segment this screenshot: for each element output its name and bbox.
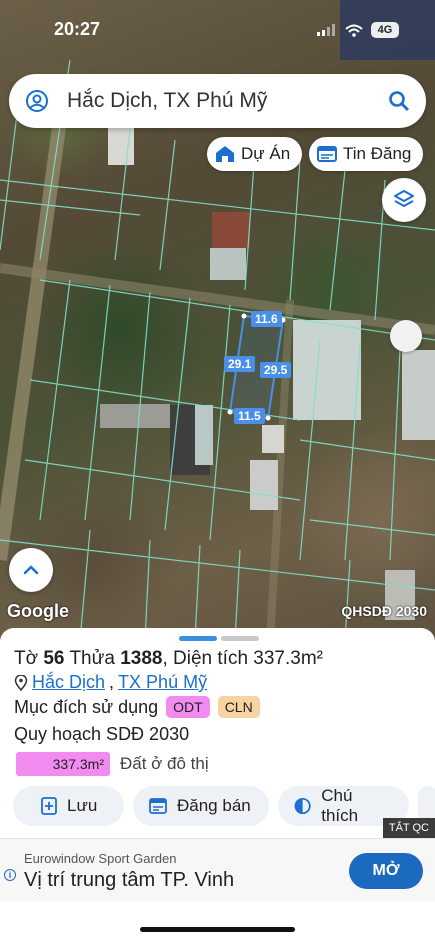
dimension-label-left: 29.1 xyxy=(224,356,256,372)
ad-banner[interactable]: i Eurowindow Sport Garden Vị trí trung t… xyxy=(0,838,435,902)
land-use-line: Mục đích sử dụng ODT CLN xyxy=(14,696,260,718)
google-logo: Google xyxy=(7,601,69,621)
land-use-tag-odt: ODT xyxy=(166,696,210,718)
status-time: 20:27 xyxy=(54,18,101,39)
expand-button[interactable] xyxy=(9,548,53,592)
ad-headline: Vị trí trung tâm TP. Vinh xyxy=(24,869,235,891)
listings-chip[interactable]: Tin Đăng xyxy=(309,137,424,171)
post-sale-button-label: Đăng bán xyxy=(177,796,251,815)
projects-chip-label: Dự Án xyxy=(241,144,291,163)
save-button-label: Lưu xyxy=(67,796,98,815)
layer-label: QHSDĐ 2030 xyxy=(341,603,427,619)
area-text: , Diện tích 337.3m² xyxy=(162,648,323,669)
address-separator: , xyxy=(109,672,115,692)
ad-advertiser: Eurowindow Sport Garden xyxy=(24,851,177,866)
screen: 11.6 29.1 29.5 11.5 20:27 4G Hắc Dịch, T xyxy=(0,0,435,942)
account-icon[interactable] xyxy=(25,89,49,113)
action-row: Lưu Đăng bán Chú thích xyxy=(13,786,435,826)
wifi-icon xyxy=(345,24,363,37)
dimension-label-top: 11.6 xyxy=(251,311,282,327)
sheet-handles[interactable] xyxy=(179,636,259,641)
dimension-label-right: 29.5 xyxy=(260,362,292,378)
plan-area-bar: 337.3m² xyxy=(16,752,110,776)
map-slider-knob[interactable] xyxy=(390,320,422,352)
plan-label: Quy hoạch SDĐ 2030 xyxy=(14,724,190,744)
post-sale-button[interactable]: Đăng bán xyxy=(133,786,269,826)
listing-icon xyxy=(149,798,167,814)
ward-link[interactable]: Hắc Dịch xyxy=(32,672,105,693)
plan-area-description: Đất ở đô thị xyxy=(120,754,209,773)
ad-info-icon[interactable]: i xyxy=(4,869,16,881)
plot-prefix: Thửa xyxy=(69,648,115,669)
battery-icon: 4G xyxy=(371,22,399,38)
close-ad-button[interactable]: TẮT QC xyxy=(382,818,435,838)
plot-number: 1388 xyxy=(120,648,163,669)
listings-chip-label: Tin Đăng xyxy=(343,144,412,163)
status-indicators: 4G xyxy=(317,22,399,38)
plan-area-row: 337.3m² Đất ở đô thị xyxy=(16,752,209,776)
contrast-icon xyxy=(294,797,311,815)
home-indicator[interactable] xyxy=(140,927,295,932)
parcel-info-sheet: Tờ 56 Thửa 1388, Diện tích 337.3m² Hắc D… xyxy=(0,628,435,838)
address-line: Hắc Dịch, TX Phú Mỹ xyxy=(14,672,207,693)
ad-open-button[interactable]: MỞ xyxy=(349,853,423,889)
signal-icon xyxy=(317,24,335,36)
projects-chip[interactable]: Dự Án xyxy=(207,137,303,171)
sheet-handle-active[interactable] xyxy=(179,636,217,641)
status-bar: 20:27 4G xyxy=(0,0,435,58)
layers-button[interactable] xyxy=(382,178,426,222)
land-use-label: Mục đích sử dụng xyxy=(14,696,159,717)
house-icon xyxy=(216,146,234,162)
search-icon[interactable] xyxy=(388,90,410,112)
search-input[interactable]: Hắc Dịch, TX Phú Mỹ xyxy=(67,89,388,113)
search-bar[interactable]: Hắc Dịch, TX Phú Mỹ xyxy=(9,74,426,128)
bookmark-add-icon xyxy=(41,797,57,815)
sheet-prefix: Tờ xyxy=(14,648,39,669)
save-button[interactable]: Lưu xyxy=(13,786,124,826)
dimension-label-bottom: 11.5 xyxy=(234,408,265,424)
town-link[interactable]: TX Phú Mỹ xyxy=(118,672,207,693)
legend-button-label: Chú thích xyxy=(321,786,359,825)
sheet-number: 56 xyxy=(43,648,65,669)
parcel-title: Tờ 56 Thửa 1388, Diện tích 337.3m² xyxy=(14,648,323,670)
sheet-handle-inactive[interactable] xyxy=(221,636,259,641)
listing-icon xyxy=(317,146,337,162)
layers-icon xyxy=(394,190,414,207)
land-use-tag-cln: CLN xyxy=(217,696,260,718)
location-pin-icon xyxy=(14,674,28,691)
chevron-up-icon xyxy=(23,565,39,575)
